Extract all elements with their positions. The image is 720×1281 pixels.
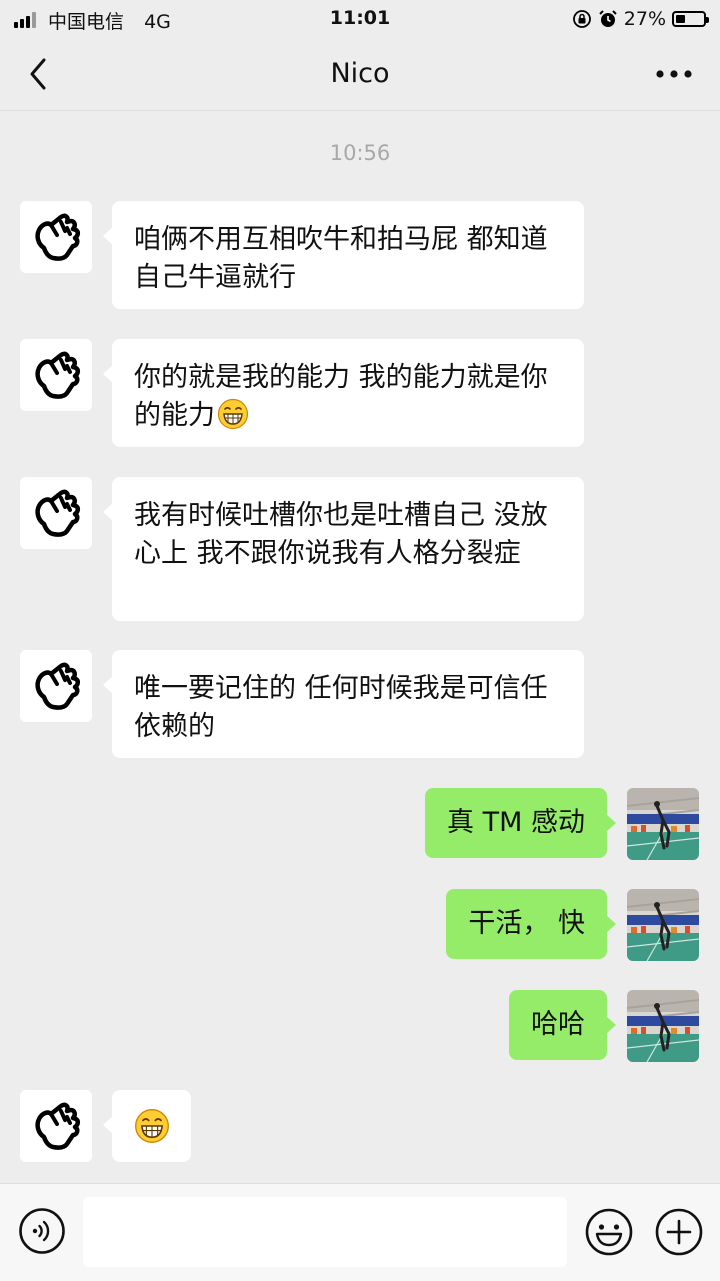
grinning-face-emoji — [217, 398, 249, 430]
status-bar: 中国电信 4G 11:01 27% — [0, 0, 720, 40]
hand-gesture-icon — [35, 213, 81, 261]
message-bubble[interactable]: 我有时候吐槽你也是吐槽自己 没放心上 我不跟你说我有人格分裂症 — [103, 477, 584, 621]
message-text: 哈哈 — [531, 1009, 585, 1040]
emoji-icon — [585, 1208, 633, 1256]
contact-avatar[interactable] — [20, 477, 92, 549]
message-text: 咱俩不用互相吹牛和拍马屁 都知道自己牛逼就行 — [134, 224, 548, 293]
message-text: 你的就是我的能力 我的能力就是你的能力 — [134, 362, 548, 431]
hand-gesture-icon — [35, 662, 81, 710]
message-bubble[interactable]: 你的就是我的能力 我的能力就是你的能力 — [103, 339, 584, 447]
message-bubble[interactable] — [103, 1090, 191, 1162]
alarm-icon — [599, 10, 617, 27]
contact-avatar[interactable] — [20, 650, 92, 722]
hand-gesture-icon — [35, 1102, 81, 1150]
message-bubble[interactable]: 咱俩不用互相吹牛和拍马屁 都知道自己牛逼就行 — [103, 201, 584, 309]
message-text: 干活， 快 — [468, 908, 585, 939]
status-indicators: 27% — [572, 8, 709, 30]
message-text: 唯一要记住的 任何时候我是可信任依赖的 — [134, 673, 548, 742]
contact-avatar[interactable] — [20, 1090, 92, 1162]
more-options-button[interactable] — [654, 62, 694, 86]
chat-header: Nico — [0, 40, 720, 111]
contact-avatar[interactable] — [20, 339, 92, 411]
input-bar — [0, 1183, 720, 1281]
more-functions-button[interactable] — [654, 1207, 704, 1257]
my-avatar[interactable] — [627, 889, 699, 961]
plus-icon — [655, 1208, 703, 1256]
chat-title: Nico — [330, 58, 390, 89]
battery-percent: 27% — [623, 8, 666, 30]
hand-gesture-icon — [35, 351, 81, 399]
message-input[interactable] — [83, 1197, 567, 1267]
battery-icon — [672, 11, 709, 27]
message-bubble[interactable]: 唯一要记住的 任何时候我是可信任依赖的 — [103, 650, 584, 758]
my-avatar[interactable] — [627, 990, 699, 1062]
more-dots-icon — [656, 70, 692, 78]
hand-gesture-icon — [35, 489, 81, 537]
voice-input-button[interactable] — [18, 1207, 66, 1255]
message-text: 我有时候吐槽你也是吐槽自己 没放心上 我不跟你说我有人格分裂症 — [134, 500, 548, 569]
badminton-court-photo — [627, 990, 699, 1062]
emoji-button[interactable] — [584, 1207, 634, 1257]
badminton-court-photo — [627, 788, 699, 860]
message-bubble-outgoing[interactable]: 哈哈 — [509, 990, 616, 1060]
message-bubble-outgoing[interactable]: 干活， 快 — [446, 889, 616, 959]
orientation-lock-icon — [572, 10, 591, 28]
voice-icon — [19, 1208, 65, 1254]
my-avatar[interactable] — [627, 788, 699, 860]
message-bubble-outgoing[interactable]: 真 TM 感动 — [425, 788, 616, 858]
contact-avatar[interactable] — [20, 201, 92, 273]
badminton-court-photo — [627, 889, 699, 961]
grinning-face-emoji — [135, 1109, 169, 1143]
message-timestamp: 10:56 — [329, 141, 391, 165]
message-text: 真 TM 感动 — [447, 807, 585, 838]
